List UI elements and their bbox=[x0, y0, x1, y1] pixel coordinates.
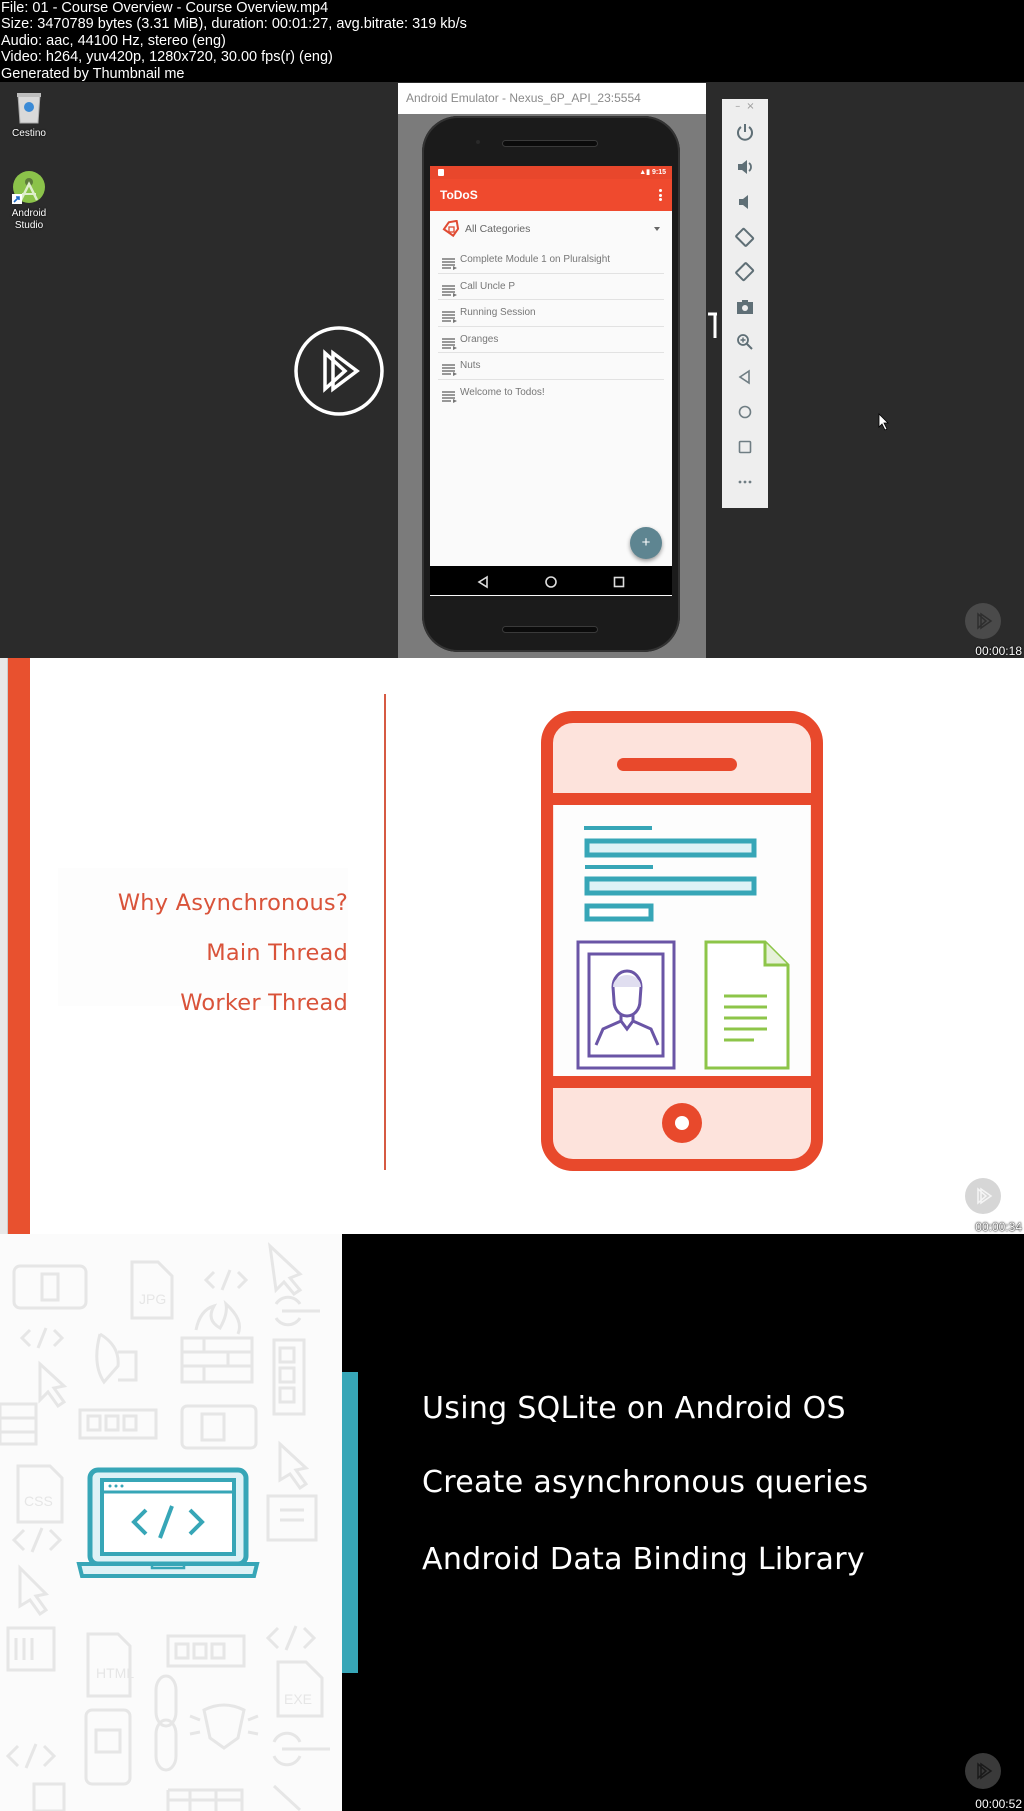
desktop-icon-label: Cestino bbox=[12, 128, 46, 139]
phone-camera bbox=[476, 140, 480, 144]
nav-overview-icon[interactable] bbox=[612, 574, 626, 588]
file-info-line: File: 01 - Course Overview - Course Over… bbox=[1, 0, 329, 16]
svg-text:JPG: JPG bbox=[139, 1291, 166, 1307]
list-item[interactable]: Call Uncle P bbox=[438, 274, 664, 300]
nav-home-icon[interactable] bbox=[544, 574, 558, 588]
status-time: ▲▮ 9:15 bbox=[639, 169, 666, 176]
desktop-icon-recycle-bin[interactable]: Cestino bbox=[0, 90, 61, 140]
signal-battery-icon: ▲▮ bbox=[639, 169, 652, 176]
list-item[interactable]: Complete Module 1 on Pluralsight bbox=[438, 247, 664, 274]
list-item[interactable]: Nuts bbox=[438, 353, 664, 380]
occluded-text-fragment bbox=[708, 312, 718, 338]
notes-icon bbox=[442, 308, 458, 323]
file-info-header: File: 01 - Course Overview - Course Over… bbox=[0, 0, 1024, 82]
status-bar: ▲▮ 9:15 bbox=[430, 166, 672, 179]
camera-icon[interactable] bbox=[734, 296, 756, 318]
svg-text:HTML: HTML bbox=[96, 1665, 134, 1681]
topic-line: Main Thread bbox=[206, 940, 348, 966]
nav-back-icon[interactable] bbox=[476, 574, 490, 589]
notes-icon bbox=[442, 335, 458, 350]
more-icon[interactable] bbox=[734, 471, 756, 493]
category-label: All Categories bbox=[465, 223, 531, 235]
android-nav-bar bbox=[430, 566, 672, 595]
video-frame-2: Why Asynchronous? Main Thread Worker Thr… bbox=[0, 658, 1024, 1234]
accent-bar bbox=[342, 1372, 358, 1673]
rotate-left-icon[interactable] bbox=[734, 226, 756, 248]
power-icon[interactable] bbox=[734, 121, 756, 143]
svg-text:EXE: EXE bbox=[284, 1691, 312, 1707]
frame-timestamp: 00:00:18 bbox=[975, 644, 1022, 658]
phone-frame: ▲▮ 9:15 ToDoS All Categories Complete Mo… bbox=[422, 116, 680, 652]
svg-text:CSS: CSS bbox=[24, 1493, 53, 1509]
file-info-line: Video: h264, yuv420p, 1280x720, 30.00 fp… bbox=[1, 49, 333, 66]
watermark-play-icon bbox=[965, 1753, 1001, 1789]
file-info-line: Generated by Thumbnail me bbox=[1, 65, 185, 82]
list-item[interactable]: Oranges bbox=[438, 327, 664, 353]
list-item[interactable]: Welcome to Todos! bbox=[438, 380, 664, 407]
file-info-line: Size: 3470789 bytes (3.31 MiB), duration… bbox=[1, 16, 467, 33]
app-bar: ToDoS bbox=[430, 179, 672, 211]
pluralsight-play-icon bbox=[293, 325, 385, 417]
desktop-icon-label: Android Studio bbox=[11, 208, 47, 231]
volume-down-icon[interactable] bbox=[734, 191, 756, 213]
laptop-code-icon bbox=[76, 1466, 260, 1580]
zoom-icon[interactable] bbox=[734, 331, 756, 353]
list-item[interactable]: Running Session bbox=[438, 300, 664, 327]
minimize-button[interactable]: – bbox=[735, 101, 746, 112]
video-frame-3: JPG CSS HTML EXE Using SQLite on Android… bbox=[0, 1234, 1024, 1811]
topic-line: Why Asynchronous? bbox=[117, 890, 348, 916]
video-frame-1: Cestino Android Studio Android Emulator … bbox=[0, 82, 1024, 658]
file-info-line: Audio: aac, 44100 Hz, stereo (eng) bbox=[1, 32, 226, 49]
volume-up-icon[interactable] bbox=[734, 156, 756, 178]
topic-line: Android Data Binding Library bbox=[422, 1542, 865, 1577]
emulator-window-title: Android Emulator - Nexus_6P_API_23:5554 bbox=[398, 83, 706, 114]
notes-icon bbox=[442, 282, 458, 297]
accent-bar bbox=[8, 658, 30, 1234]
watermark-play-icon bbox=[965, 1178, 1001, 1214]
emulator-window: Android Emulator - Nexus_6P_API_23:5554 … bbox=[398, 83, 706, 658]
topic-line: Using SQLite on Android OS bbox=[422, 1391, 846, 1426]
todo-list: Complete Module 1 on Pluralsight Call Un… bbox=[430, 247, 672, 406]
category-spinner[interactable]: All Categories bbox=[430, 211, 672, 247]
phone-speaker bbox=[502, 626, 598, 633]
dropdown-caret-icon bbox=[654, 227, 660, 231]
recycle-bin-icon bbox=[11, 90, 47, 126]
tag-icon bbox=[442, 219, 460, 238]
topic-line: Worker Thread bbox=[180, 990, 348, 1016]
frame-timestamp: 00:00:52 bbox=[975, 1797, 1022, 1811]
emulator-toolbar: –× bbox=[722, 99, 768, 508]
android-studio-icon bbox=[11, 170, 47, 206]
phone-screen: ▲▮ 9:15 ToDoS All Categories Complete Mo… bbox=[430, 166, 672, 596]
rotate-right-icon[interactable] bbox=[734, 261, 756, 283]
window-controls: –× bbox=[722, 99, 768, 115]
slide-topics: Why Asynchronous? Main Thread Worker Thr… bbox=[58, 868, 348, 1016]
sd-card-icon bbox=[438, 169, 444, 176]
notes-icon bbox=[442, 388, 458, 403]
phone-illustration bbox=[541, 711, 823, 1171]
desktop-icon-android-studio[interactable]: Android Studio bbox=[0, 170, 61, 232]
app-title: ToDoS bbox=[440, 188, 478, 202]
slide-divider bbox=[384, 694, 386, 1170]
notes-icon bbox=[442, 255, 458, 270]
overview-icon[interactable] bbox=[734, 436, 756, 458]
home-icon[interactable] bbox=[734, 401, 756, 423]
background-window-edge bbox=[0, 658, 8, 1234]
frame-timestamp: 00:00:34 bbox=[975, 1220, 1022, 1234]
add-todo-fab[interactable]: + bbox=[630, 527, 662, 559]
topic-line: Create asynchronous queries bbox=[422, 1465, 869, 1500]
icon-pattern-panel: JPG CSS HTML EXE bbox=[0, 1234, 342, 1811]
watermark-play-icon bbox=[965, 603, 1001, 639]
overflow-menu-icon[interactable] bbox=[659, 189, 662, 201]
close-button[interactable]: × bbox=[746, 101, 760, 112]
phone-speaker bbox=[502, 140, 598, 147]
back-icon[interactable] bbox=[734, 366, 756, 388]
notes-icon bbox=[442, 361, 458, 376]
mouse-cursor-icon bbox=[878, 413, 890, 431]
